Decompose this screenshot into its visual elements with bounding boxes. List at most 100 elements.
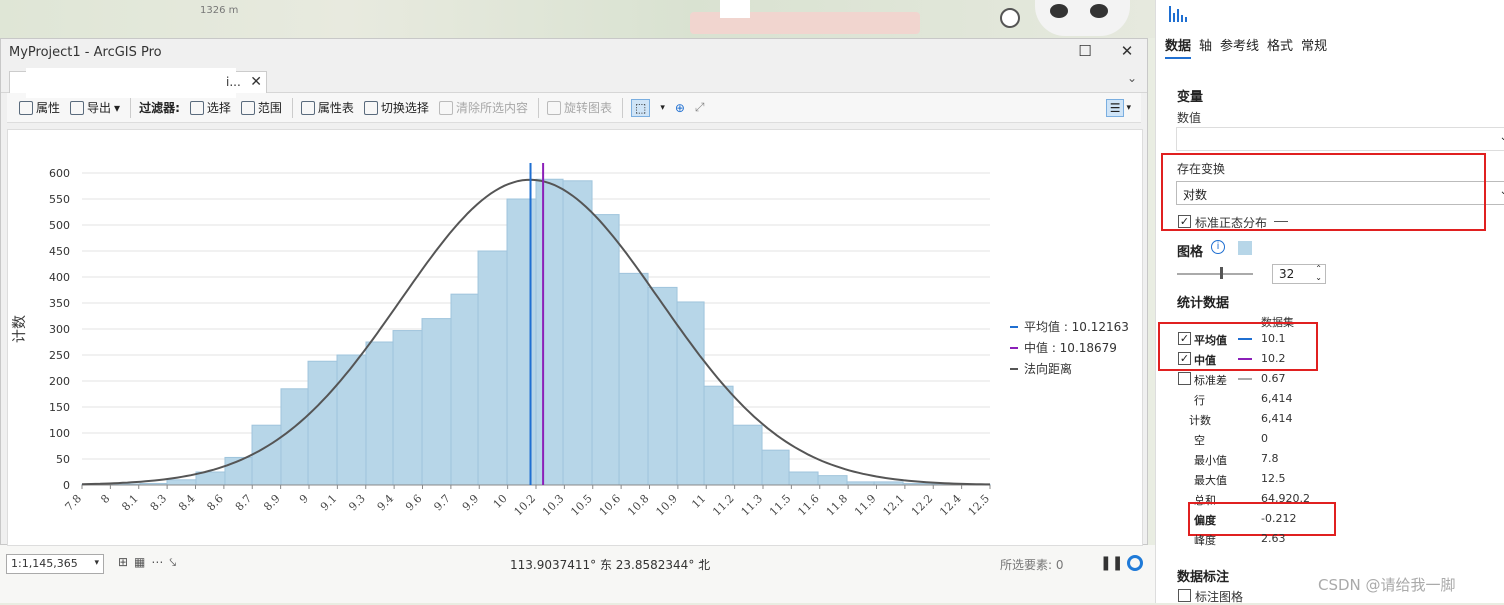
chevron-down-icon[interactable]: ▾ bbox=[1126, 103, 1131, 113]
histogram-bar bbox=[817, 475, 848, 486]
select-tool-button[interactable]: ⬚ bbox=[630, 98, 651, 117]
full-extent-icon[interactable]: ⤢ bbox=[695, 100, 705, 115]
stat-count-label: 计数 bbox=[1189, 414, 1211, 427]
select-label: 选择 bbox=[206, 101, 231, 115]
stat-kurtosis-value: 2.63 bbox=[1261, 532, 1286, 545]
label-bins-label: 标注图格 bbox=[1195, 590, 1244, 604]
bins-title: 图格 bbox=[1177, 245, 1204, 260]
map-scale-dropdown[interactable]: 1:1,145,365 ▾ bbox=[6, 554, 104, 574]
histogram-bar bbox=[562, 180, 593, 486]
cat-sticker bbox=[1035, 0, 1130, 36]
properties-icon bbox=[19, 100, 33, 115]
bins-spinner[interactable]: 32 ⌃ ⌄ bbox=[1272, 264, 1326, 284]
export-button[interactable]: 导出 ▾ bbox=[70, 99, 120, 116]
window-titlebar: MyProject1 - ArcGIS Pro ☐ ✕ bbox=[1, 39, 1147, 65]
properties-button[interactable]: 属性 bbox=[19, 99, 60, 116]
x-tick-label: 8.1 bbox=[119, 492, 141, 514]
tab-format[interactable]: 格式 bbox=[1267, 35, 1293, 59]
chart-properties-panel: 数据 轴 参考线 格式 常规 变量 数值 ⌄ 存在变换 对数 ⌄ ✓ 标准正态分布… bbox=[1155, 0, 1504, 604]
bins-slider-track[interactable] bbox=[1177, 273, 1253, 275]
tab-data[interactable]: 数据 bbox=[1165, 35, 1192, 59]
separator bbox=[621, 97, 623, 118]
y-tick-label: 250 bbox=[49, 349, 70, 362]
histogram-bar bbox=[788, 471, 819, 486]
value-field-dropdown[interactable]: ⌄ bbox=[1176, 127, 1504, 151]
x-tick-label: 11.3 bbox=[739, 492, 766, 519]
bin-color-swatch[interactable] bbox=[1238, 241, 1252, 255]
bins-slider-thumb[interactable] bbox=[1220, 267, 1223, 279]
close-icon[interactable]: ✕ bbox=[250, 72, 262, 92]
switch-selection-button[interactable]: 切换选择 bbox=[363, 99, 429, 116]
properties-label: 属性 bbox=[36, 101, 61, 115]
filter-select-button[interactable]: 选择 bbox=[189, 99, 231, 116]
switch-selection-label: 切换选择 bbox=[380, 101, 429, 115]
y-tick-label: 350 bbox=[49, 297, 70, 310]
chevron-down-icon[interactable]: ⌄ bbox=[698, 555, 706, 566]
value-label: 数值 bbox=[1177, 111, 1202, 125]
x-tick-label: 11.5 bbox=[767, 492, 794, 519]
bins-value: 32 bbox=[1279, 267, 1295, 281]
x-tick-label: 10.2 bbox=[512, 492, 539, 519]
info-icon[interactable]: i bbox=[1211, 240, 1225, 254]
locate-icon[interactable] bbox=[1000, 8, 1020, 28]
rotate-chart-button[interactable]: 旋转图表 bbox=[546, 99, 612, 116]
tab-axis[interactable]: 轴 bbox=[1199, 35, 1212, 59]
filter-icon bbox=[189, 100, 204, 115]
chevron-down-icon[interactable]: ⌄ bbox=[1127, 71, 1137, 85]
histogram-bar bbox=[307, 360, 338, 486]
maximize-icon[interactable]: ☐ bbox=[1075, 42, 1095, 62]
highlight-box bbox=[1161, 153, 1486, 231]
y-tick-label: 0 bbox=[63, 479, 70, 492]
filter-extent-button[interactable]: 范围 bbox=[240, 99, 282, 116]
std-checkbox[interactable] bbox=[1178, 372, 1191, 385]
zoom-in-icon[interactable]: ⊕ bbox=[675, 101, 685, 115]
legend-label: 中值 : 10.18679 bbox=[1024, 340, 1117, 355]
selected-features-count[interactable]: 所选要素: 0 bbox=[1000, 556, 1064, 573]
tab-chart[interactable]: i... ✕ bbox=[9, 68, 267, 98]
attribute-table-button[interactable]: 属性表 bbox=[300, 99, 354, 116]
x-tick-label: 10.9 bbox=[653, 492, 680, 519]
scale-value: 1:1,145,365 bbox=[11, 557, 78, 570]
x-tick-label: 9.6 bbox=[403, 492, 425, 514]
histogram-chart[interactable]: 0 50 100 150 200 250 300 350 400 450 500 550 600 7.8 8… bbox=[7, 129, 1143, 546]
histogram-bar bbox=[761, 449, 790, 486]
map-view-top[interactable]: 1326 m bbox=[0, 0, 1155, 38]
histogram-bar bbox=[591, 214, 620, 486]
filter-label: 过滤器: bbox=[139, 101, 180, 115]
x-tick-label: 9.1 bbox=[318, 492, 340, 514]
tab-guides[interactable]: 参考线 bbox=[1220, 35, 1259, 59]
histogram-bar bbox=[477, 250, 508, 486]
histogram-bar bbox=[535, 178, 564, 486]
y-tick-label: 450 bbox=[49, 245, 70, 258]
stat-rows-label: 行 bbox=[1194, 394, 1205, 407]
chart-window: MyProject1 - ArcGIS Pro ☐ ✕ i... ✕ ⌄ 属性 … bbox=[0, 38, 1148, 546]
histogram-icon bbox=[1169, 6, 1187, 22]
stat-max-value: 12.5 bbox=[1261, 472, 1286, 485]
legend-toggle-button[interactable]: ☰ bbox=[1105, 98, 1125, 117]
x-tick-label: 10.5 bbox=[568, 492, 595, 519]
separator bbox=[537, 97, 539, 118]
x-tick-label: 8 bbox=[98, 492, 112, 506]
attribute-table-label: 属性表 bbox=[317, 101, 354, 115]
x-tick-label: 11.6 bbox=[795, 492, 822, 519]
rotate-chart-icon bbox=[546, 100, 561, 115]
map-scale-label: 1326 m bbox=[200, 5, 239, 16]
rotate-chart-label: 旋转图表 bbox=[563, 101, 612, 115]
x-tick-label: 9.9 bbox=[460, 492, 482, 514]
x-tick-label: 8.3 bbox=[148, 492, 170, 514]
label-bins-checkbox[interactable] bbox=[1178, 589, 1191, 602]
close-icon[interactable]: ✕ bbox=[1117, 42, 1137, 62]
y-axis-title: 计数 bbox=[12, 315, 28, 343]
refresh-icon[interactable] bbox=[1127, 555, 1143, 571]
stat-rows-value: 6,414 bbox=[1261, 392, 1293, 405]
chevron-down-icon[interactable]: ▾ bbox=[660, 103, 665, 113]
tab-general[interactable]: 常规 bbox=[1301, 35, 1327, 59]
tab-bar: i... ✕ ⌄ bbox=[1, 65, 1147, 98]
highlight-box bbox=[1158, 322, 1318, 371]
highlight-box bbox=[1188, 502, 1336, 536]
status-tools-icons[interactable]: ⊞▦⋯⤥ bbox=[118, 555, 182, 570]
histogram-bar bbox=[166, 479, 197, 486]
pause-icon[interactable]: ❚❚ bbox=[1100, 555, 1123, 571]
x-tick-label: 12.5 bbox=[966, 492, 993, 519]
clear-selection-button[interactable]: 清除所选内容 bbox=[438, 99, 528, 116]
